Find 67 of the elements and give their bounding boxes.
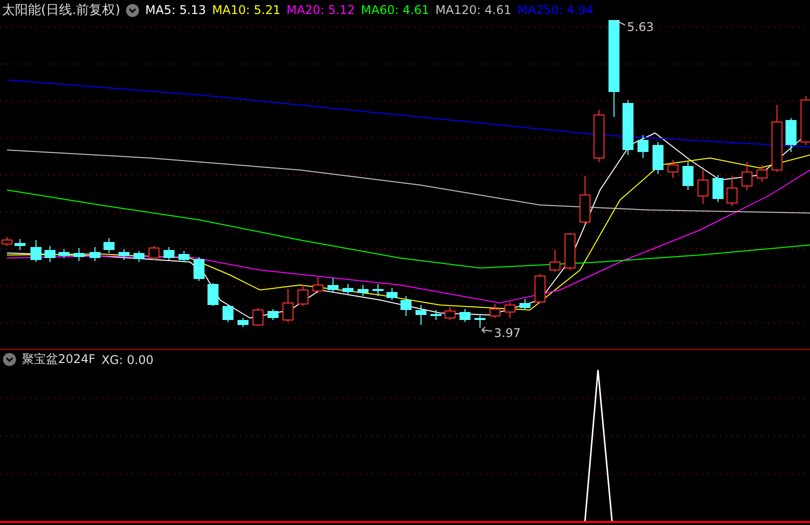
candlestick (298, 284, 308, 306)
candlestick (474, 314, 486, 328)
candlestick (520, 298, 530, 310)
chevron-down-icon[interactable] (3, 353, 16, 366)
candlestick (564, 232, 576, 270)
chart-title: 太阳能(日线.前复权) (2, 2, 120, 19)
candlestick (358, 284, 368, 296)
moving-average-reading: MA20: 5.12 (286, 3, 355, 17)
candlestick (652, 142, 664, 174)
candlestick (342, 284, 354, 294)
indicator-name: 聚宝盆2024F (22, 351, 96, 368)
indicator-reading: XG: 0.00 (101, 352, 154, 366)
candlestick (622, 100, 634, 156)
candlestick (726, 176, 738, 206)
candlestick (282, 288, 294, 322)
moving-average-reading: MA5: 5.13 (145, 3, 206, 17)
candlestick (58, 248, 70, 258)
candlestick (90, 246, 100, 262)
candlestick (208, 282, 218, 306)
candlestick (178, 250, 190, 262)
candlestick (430, 310, 442, 320)
candlestick (580, 176, 590, 224)
low-price-label: 3.97 (494, 326, 521, 340)
candlestick (756, 164, 768, 182)
candlestick (372, 284, 384, 296)
candlestick (14, 238, 26, 250)
candlestick (534, 274, 546, 304)
moving-average-reading: MA10: 5.21 (212, 3, 280, 17)
candlestick (490, 304, 500, 318)
candlestick (74, 248, 84, 262)
candlestick (594, 110, 604, 162)
leader-line (614, 20, 626, 26)
chevron-down-icon[interactable] (126, 4, 140, 16)
candlestick (118, 248, 130, 260)
candlestick (268, 308, 278, 320)
candlestick (416, 304, 426, 326)
candlestick (400, 296, 412, 316)
high-price-label: 5.63 (627, 20, 654, 34)
candlestick (386, 288, 398, 300)
candlestick (772, 104, 782, 172)
candlestick (104, 238, 114, 254)
moving-average-reading: MA60: 4.61 (360, 3, 430, 17)
candlestick (504, 302, 516, 318)
candlestick (638, 134, 648, 158)
candlestick (194, 256, 204, 282)
candlestick (238, 318, 248, 328)
candlestick (328, 278, 338, 292)
leader-line (482, 326, 492, 334)
moving-average-reading: MA250: 4.94 (517, 3, 594, 17)
candlestick (148, 246, 160, 260)
candlestick (222, 304, 234, 322)
moving-average-reading: MA120: 4.61 (435, 3, 512, 17)
candlestick (712, 174, 724, 202)
candlestick (30, 240, 42, 262)
candlestick (134, 250, 144, 262)
candlestick (312, 276, 324, 294)
candlestick (742, 162, 752, 190)
candlestick (444, 306, 456, 320)
candlestick (252, 308, 264, 326)
candlestick (668, 160, 678, 178)
candlestick (164, 246, 174, 260)
candlestick (44, 246, 56, 262)
candlestick (550, 250, 560, 272)
candlestick (460, 308, 470, 322)
candlestick (682, 162, 694, 190)
candlestick (698, 170, 708, 204)
candlestick (786, 118, 796, 152)
